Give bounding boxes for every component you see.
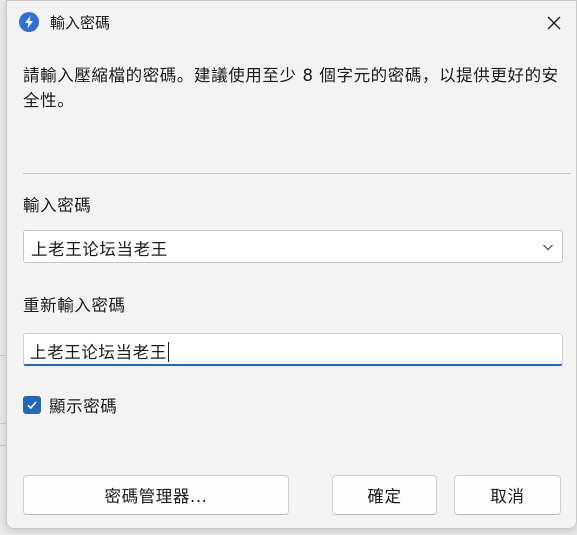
text-caret: [167, 342, 169, 362]
chevron-down-icon[interactable]: [542, 241, 554, 253]
password-combobox[interactable]: 上老王论坛当老王: [23, 230, 563, 263]
show-password-label: 顯示密碼: [49, 397, 118, 416]
dialog-title: 輸入密碼: [50, 14, 111, 32]
password-value: 上老王论坛当老王: [31, 240, 168, 259]
confirm-password-text: 上老王论坛当老王: [30, 343, 167, 362]
title-bar: 輸入密碼: [7, 1, 576, 45]
confirm-password-input[interactable]: 上老王论坛当老王: [23, 333, 563, 366]
confirm-password-value: 上老王论坛当老王: [30, 339, 169, 363]
confirm-password-label: 重新輸入密碼: [23, 296, 126, 315]
close-icon: [547, 16, 561, 30]
section-divider: [23, 173, 571, 174]
show-password-toggle[interactable]: 顯示密碼: [23, 393, 117, 417]
cancel-button[interactable]: 取消: [454, 475, 561, 515]
password-label: 輸入密碼: [23, 196, 92, 215]
lightning-app-icon: [19, 12, 39, 32]
close-button[interactable]: [538, 7, 570, 39]
checkmark-icon: [27, 401, 37, 410]
show-password-checkbox[interactable]: [23, 396, 41, 414]
password-dialog: 輸入密碼 請輸入壓縮檔的密碼。建議使用至少 8 個字元的密碼，以提供更好的安全性…: [6, 0, 577, 529]
ok-button[interactable]: 確定: [332, 475, 437, 515]
password-manager-button[interactable]: 密碼管理器...: [23, 475, 289, 515]
dialog-description: 請輸入壓縮檔的密碼。建議使用至少 8 個字元的密碼，以提供更好的安全性。: [23, 66, 559, 110]
